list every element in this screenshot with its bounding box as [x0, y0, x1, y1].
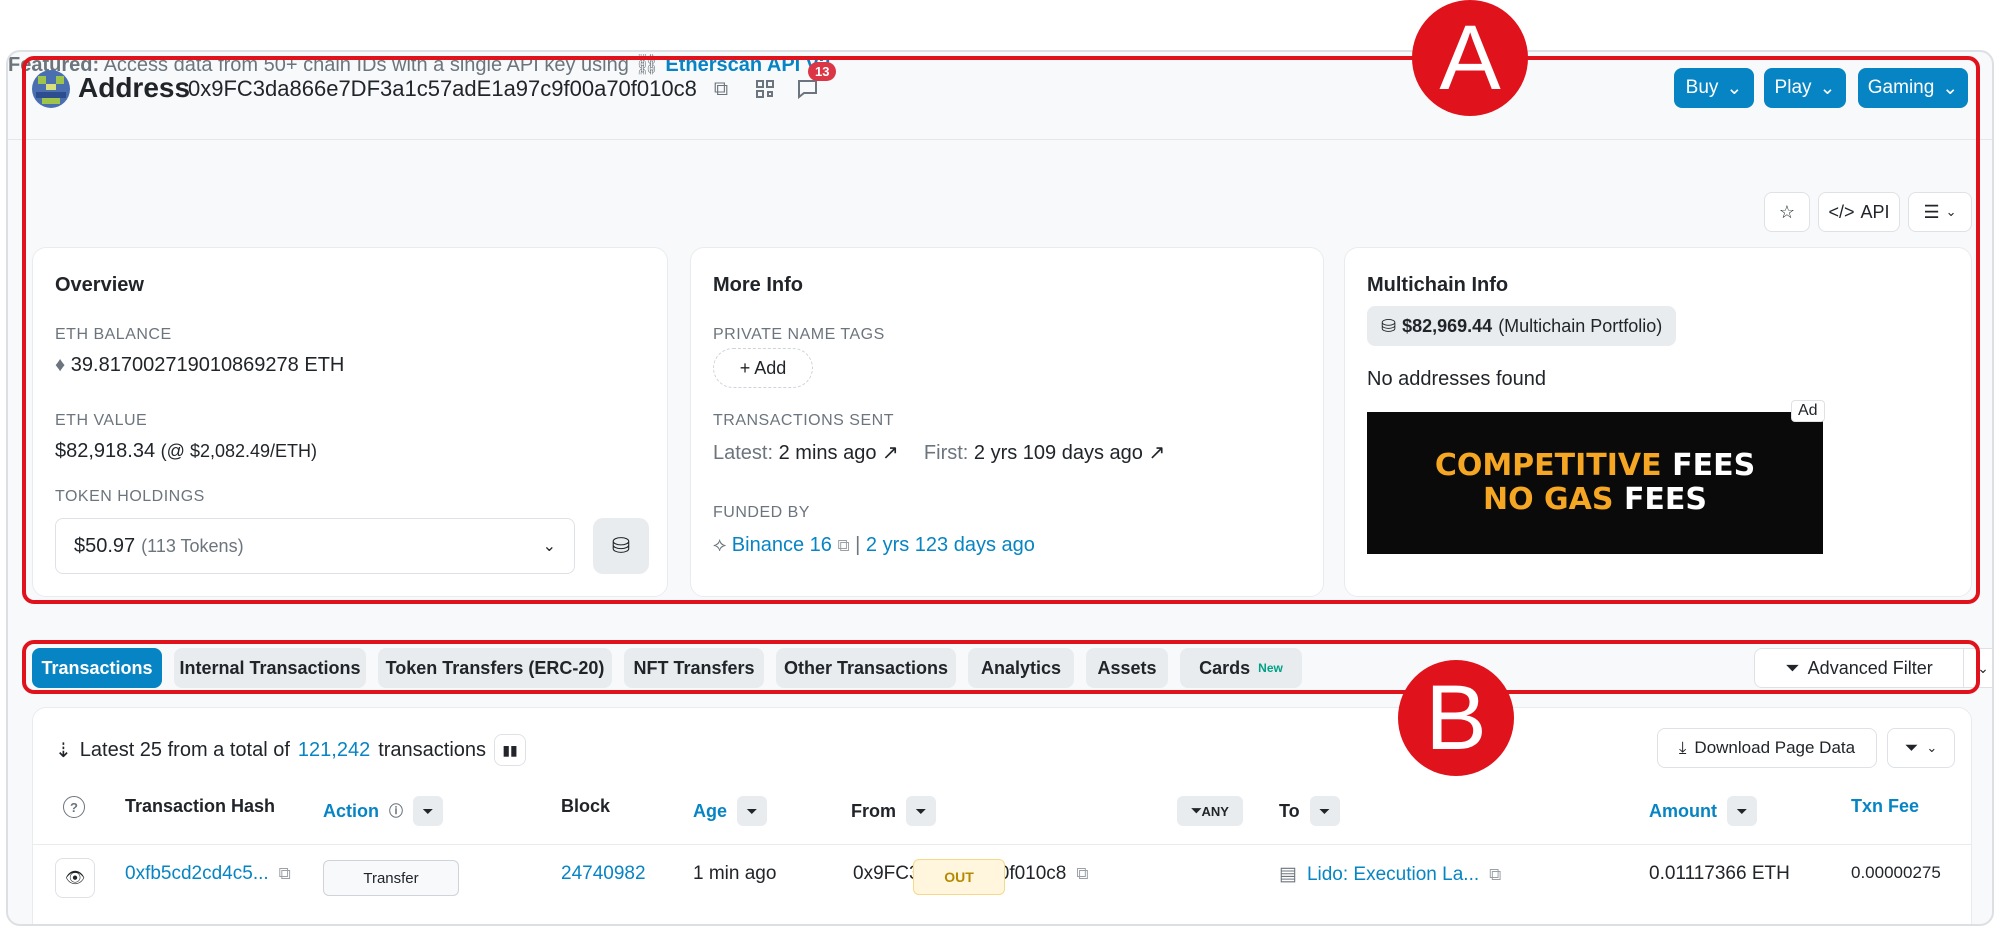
table-filter-button[interactable]: ⏷ ⌄ — [1887, 728, 1955, 768]
direction-badge: OUT — [913, 859, 1005, 895]
column-amount[interactable]: Amount ⏷ — [1649, 796, 1757, 826]
bar-chart-icon: ▮▮ — [502, 741, 518, 758]
column-block: Block — [561, 796, 611, 816]
eye-icon: 👁 — [64, 870, 86, 887]
annotation-box-a — [22, 56, 1980, 604]
table-row-block: 24740982 — [561, 863, 646, 885]
to-address-link[interactable]: Lido: Execution La... — [1307, 864, 1479, 886]
table-row-to: ▤ Lido: Execution La... ⧉ — [1279, 863, 1501, 886]
any-label: ANY — [1201, 803, 1229, 819]
copy-icon[interactable]: ⧉ — [1489, 865, 1501, 885]
download-label: Download Page Data — [1694, 738, 1856, 757]
download-icon: ⤓ — [1678, 738, 1687, 757]
transaction-hash-link[interactable]: 0xfb5cd2cd4c5... — [125, 863, 269, 885]
column-age-label: Age — [693, 800, 728, 821]
table-row-hash: 0xfb5cd2cd4c5... ⧉ — [125, 863, 291, 885]
info-icon: ⓘ — [389, 803, 403, 819]
column-amount-label: Amount — [1649, 800, 1717, 821]
table-row-amount: 0.01117366 ETH — [1649, 863, 1790, 884]
divider — [33, 844, 1971, 845]
sort-icon: ⇣ — [55, 739, 72, 762]
download-page-data-button[interactable]: ⤓ Download Page Data — [1657, 728, 1877, 768]
method-badge: Transfer — [323, 860, 459, 896]
column-from: From ⏷ — [851, 796, 936, 826]
column-action[interactable]: Action ⓘ ⏷ — [323, 796, 443, 826]
from-filter-button[interactable]: ⏷ — [906, 796, 936, 826]
table-summary: ⇣ Latest 25 from a total of 121,242 tran… — [55, 734, 527, 766]
chart-button[interactable]: ▮▮ — [494, 734, 527, 766]
column-from-label: From — [851, 800, 896, 821]
amount-filter-button[interactable]: ⏷ — [1726, 796, 1757, 826]
copy-icon[interactable]: ⧉ — [1076, 864, 1088, 884]
annotation-box-b — [22, 640, 1980, 694]
direction-filter[interactable]: ⏷ ANY — [1177, 796, 1243, 826]
column-txn-fee[interactable]: Txn Fee — [1851, 796, 1919, 817]
to-filter-button[interactable]: ⏷ — [1309, 796, 1340, 826]
block-link[interactable]: 24740982 — [561, 863, 646, 885]
transactions-total-link[interactable]: 121,242 — [298, 739, 370, 762]
column-action-label: Action — [323, 800, 379, 821]
filter-icon: ⏷ — [1904, 738, 1919, 757]
table-row-age: 1 min ago — [693, 863, 777, 884]
transactions-table-card: ⇣ Latest 25 from a total of 121,242 tran… — [32, 707, 1972, 924]
help-icon[interactable]: ? — [63, 796, 85, 818]
table-row-fee: 0.00000275 — [1851, 863, 1941, 882]
summary-prefix: Latest 25 from a total of — [79, 738, 290, 761]
age-filter-button[interactable]: ⏷ — [737, 796, 768, 826]
contract-icon: ▤ — [1279, 864, 1297, 885]
action-filter-button[interactable]: ⏷ — [413, 796, 443, 826]
annotation-label-b: B — [1398, 660, 1514, 776]
chevron-down-icon: ⌄ — [1926, 740, 1938, 755]
column-age[interactable]: Age ⏷ — [693, 796, 768, 826]
copy-icon[interactable]: ⧉ — [279, 864, 291, 884]
column-to: To ⏷ — [1279, 796, 1340, 826]
any-filter-button[interactable]: ⏷ ANY — [1177, 796, 1243, 826]
preview-button[interactable]: 👁 — [55, 858, 95, 898]
annotation-label-a: A — [1412, 0, 1528, 116]
column-transaction-hash: Transaction Hash — [125, 796, 276, 816]
column-to-label: To — [1279, 800, 1300, 821]
summary-suffix: transactions — [378, 738, 487, 761]
